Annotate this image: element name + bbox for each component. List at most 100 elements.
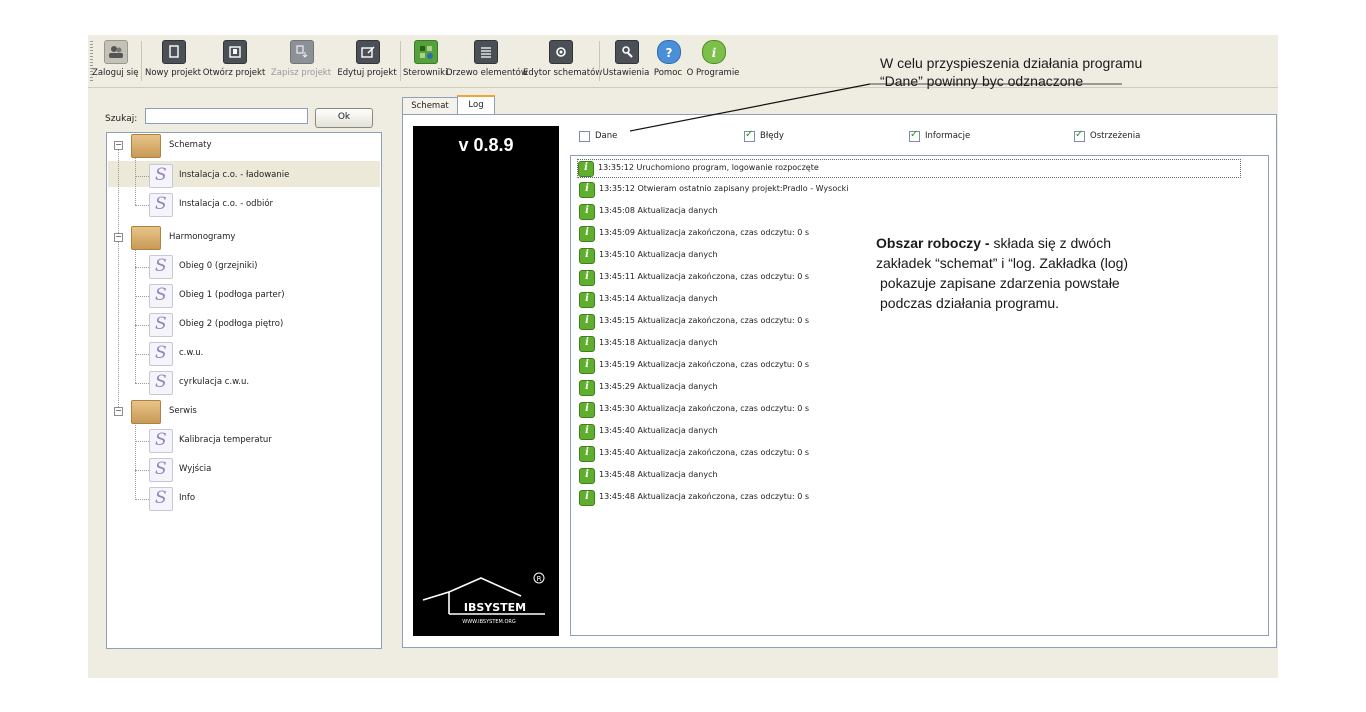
log-entry[interactable]: i 13:45:48 Aktualizacja zakończona, czas … <box>579 489 1259 506</box>
tree-group-harmonogramy[interactable]: Harmonogramy <box>131 226 371 250</box>
tree-connector <box>135 296 149 297</box>
log-list[interactable]: i 13:35:12 Uruchomiono program, logowanie… <box>570 155 1269 636</box>
schema-icon: S <box>149 255 173 279</box>
log-entry-text: 13:45:40 Aktualizacja danych <box>599 426 718 435</box>
filter-label: Błędy <box>760 131 784 141</box>
tab-log[interactable]: Log <box>457 95 495 116</box>
annotation-line: W celu przyspieszenia działania programu <box>880 55 1143 71</box>
tree-group-label: Serwis <box>169 406 197 416</box>
tree-item-label: Instalacja c.o. - ładowanie <box>179 170 290 180</box>
log-entry-text: 13:45:08 Aktualizacja danych <box>599 206 718 215</box>
open-project-button[interactable]: Otwórz projekt <box>201 40 267 84</box>
tree-item-kalibracja[interactable]: S Kalibracja temperatur <box>149 429 369 453</box>
log-entry[interactable]: i 13:45:40 Aktualizacja danych <box>579 423 1259 440</box>
log-entry[interactable]: i 13:35:12 Otwieram ostatnio zapisany pro… <box>579 181 1259 198</box>
schema-editor-button[interactable]: Edytor schematów <box>523 40 602 84</box>
tab-schemat[interactable]: Schemat <box>402 97 458 114</box>
tree-group-label: Harmonogramy <box>169 232 236 242</box>
element-tree-icon <box>474 40 498 64</box>
about-button[interactable]: i O Programie <box>686 40 740 84</box>
search-label: Szukaj: <box>105 114 138 124</box>
tree-connector <box>135 155 136 205</box>
log-entry[interactable]: i 13:45:40 Aktualizacja zakończona, czas … <box>579 445 1259 462</box>
log-entry[interactable]: i 13:35:12 Uruchomiono program, logowanie… <box>577 159 1241 178</box>
login-label: Zaloguj się <box>92 68 139 78</box>
collapse-toggle[interactable]: − <box>114 233 123 242</box>
tree-connector <box>135 176 149 177</box>
tree-connector <box>135 470 149 471</box>
checkbox-ostrzezenia[interactable] <box>1074 129 1085 142</box>
new-project-button[interactable]: Nowy projekt <box>143 40 203 84</box>
annotation-bold: Obszar roboczy - <box>876 235 990 251</box>
tree-item-cwu[interactable]: S c.w.u. <box>149 342 369 366</box>
version-banner: v 0.8.9 R IBSYSTEM WWW.IBSYSTEM.ORG <box>413 126 559 636</box>
controllers-label: Sterowniki <box>403 68 448 78</box>
info-icon: i <box>579 182 595 198</box>
tree-group-label: Schematy <box>169 140 212 150</box>
controllers-button[interactable]: Sterowniki <box>403 40 447 84</box>
log-entry-text: 13:45:48 Aktualizacja zakończona, czas o… <box>599 492 810 501</box>
tree-item-instalacja-ladowanie[interactable]: S Instalacja c.o. - ładowanie <box>149 164 369 188</box>
tree-item-wyjscia[interactable]: S Wyjścia <box>149 458 369 482</box>
edit-project-label: Edytuj projekt <box>337 68 397 78</box>
tree-item-obieg-0[interactable]: S Obieg 0 (grzejniki) <box>149 255 369 279</box>
search-ok-button[interactable]: Ok <box>315 108 373 128</box>
login-button[interactable]: Zaloguj się <box>92 40 138 84</box>
toolbar-separator <box>599 41 600 81</box>
element-tree-button[interactable]: Drzewo elementów <box>446 40 528 84</box>
svg-text:i: i <box>712 46 717 60</box>
log-entry-text: 13:45:09 Aktualizacja zakończona, czas o… <box>599 228 810 237</box>
log-entry[interactable]: i 13:45:08 Aktualizacja danych <box>579 203 1259 220</box>
collapse-toggle[interactable]: − <box>114 141 123 150</box>
log-entry-text: 13:35:12 Otwieram ostatnio zapisany proj… <box>599 184 849 193</box>
info-icon: i <box>579 468 595 484</box>
tree-item-label: Obieg 0 (grzejniki) <box>179 261 258 271</box>
annotation-line: składa się z dwóch <box>989 235 1111 251</box>
log-entry-text: 13:45:48 Aktualizacja danych <box>599 470 718 479</box>
log-entry[interactable]: i 13:45:48 Aktualizacja danych <box>579 467 1259 484</box>
schema-icon: S <box>149 164 173 188</box>
annotation-line: pokazuje zapisane zdarzenia powstałe <box>880 275 1120 291</box>
schema-icon: S <box>149 284 173 308</box>
annotation-line: podczas działania programu. <box>880 295 1059 311</box>
info-icon: i <box>579 424 595 440</box>
help-button[interactable]: ? Pomoc <box>651 40 685 84</box>
checkbox-dane[interactable] <box>579 131 590 142</box>
tree-item-obieg-2[interactable]: S Obieg 2 (podłoga piętro) <box>149 313 369 337</box>
tree-item-label: Wyjścia <box>179 464 212 474</box>
edit-project-icon <box>356 40 380 64</box>
tree-connector <box>135 441 149 442</box>
save-project-button[interactable]: Zapisz projekt <box>268 40 334 84</box>
new-project-label: Nowy projekt <box>145 68 201 78</box>
log-entry[interactable]: i 13:45:29 Aktualizacja danych <box>579 379 1259 396</box>
tree-item-info[interactable]: S Info <box>149 487 369 511</box>
tree-item-label: Info <box>179 493 196 503</box>
tree-group-schematy[interactable]: Schematy <box>131 134 371 158</box>
schema-icon: S <box>149 193 173 217</box>
log-entry[interactable]: i 13:45:18 Aktualizacja danych <box>579 335 1259 352</box>
edit-project-button[interactable]: Edytuj projekt <box>335 40 399 84</box>
tree-item-cyrkulacja[interactable]: S cyrkulacja c.w.u. <box>149 371 369 395</box>
search-input[interactable] <box>145 108 308 124</box>
tree-item-instalacja-odbior[interactable]: S Instalacja c.o. - odbiór <box>149 193 369 217</box>
log-entry[interactable]: i 13:45:15 Aktualizacja zakończona, czas … <box>579 313 1259 330</box>
project-tree[interactable]: − Schematy S Instalacja c.o. - ładowanie… <box>106 132 382 649</box>
logo-text: IBSYSTEM <box>464 601 526 614</box>
log-entry-text: 13:45:29 Aktualizacja danych <box>599 382 718 391</box>
open-project-label: Otwórz projekt <box>202 68 266 78</box>
open-project-icon <box>223 40 247 64</box>
tree-item-obieg-1[interactable]: S Obieg 1 (podłoga parter) <box>149 284 369 308</box>
checkbox-bledy[interactable] <box>744 129 755 142</box>
checkbox-informacje[interactable] <box>909 129 920 142</box>
new-project-icon <box>162 40 186 64</box>
tree-group-serwis[interactable]: Serwis <box>131 400 371 424</box>
filter-label: Informacje <box>925 131 971 141</box>
info-icon: i <box>579 358 595 374</box>
info-icon: i <box>579 204 595 220</box>
save-project-label: Zapisz projekt <box>270 68 332 78</box>
log-entry[interactable]: i 13:45:19 Aktualizacja zakończona, czas … <box>579 357 1259 374</box>
collapse-toggle[interactable]: − <box>114 407 123 416</box>
info-icon: i <box>578 161 594 177</box>
settings-button[interactable]: Ustawienia <box>601 40 651 84</box>
log-entry[interactable]: i 13:45:30 Aktualizacja zakończona, czas … <box>579 401 1259 418</box>
